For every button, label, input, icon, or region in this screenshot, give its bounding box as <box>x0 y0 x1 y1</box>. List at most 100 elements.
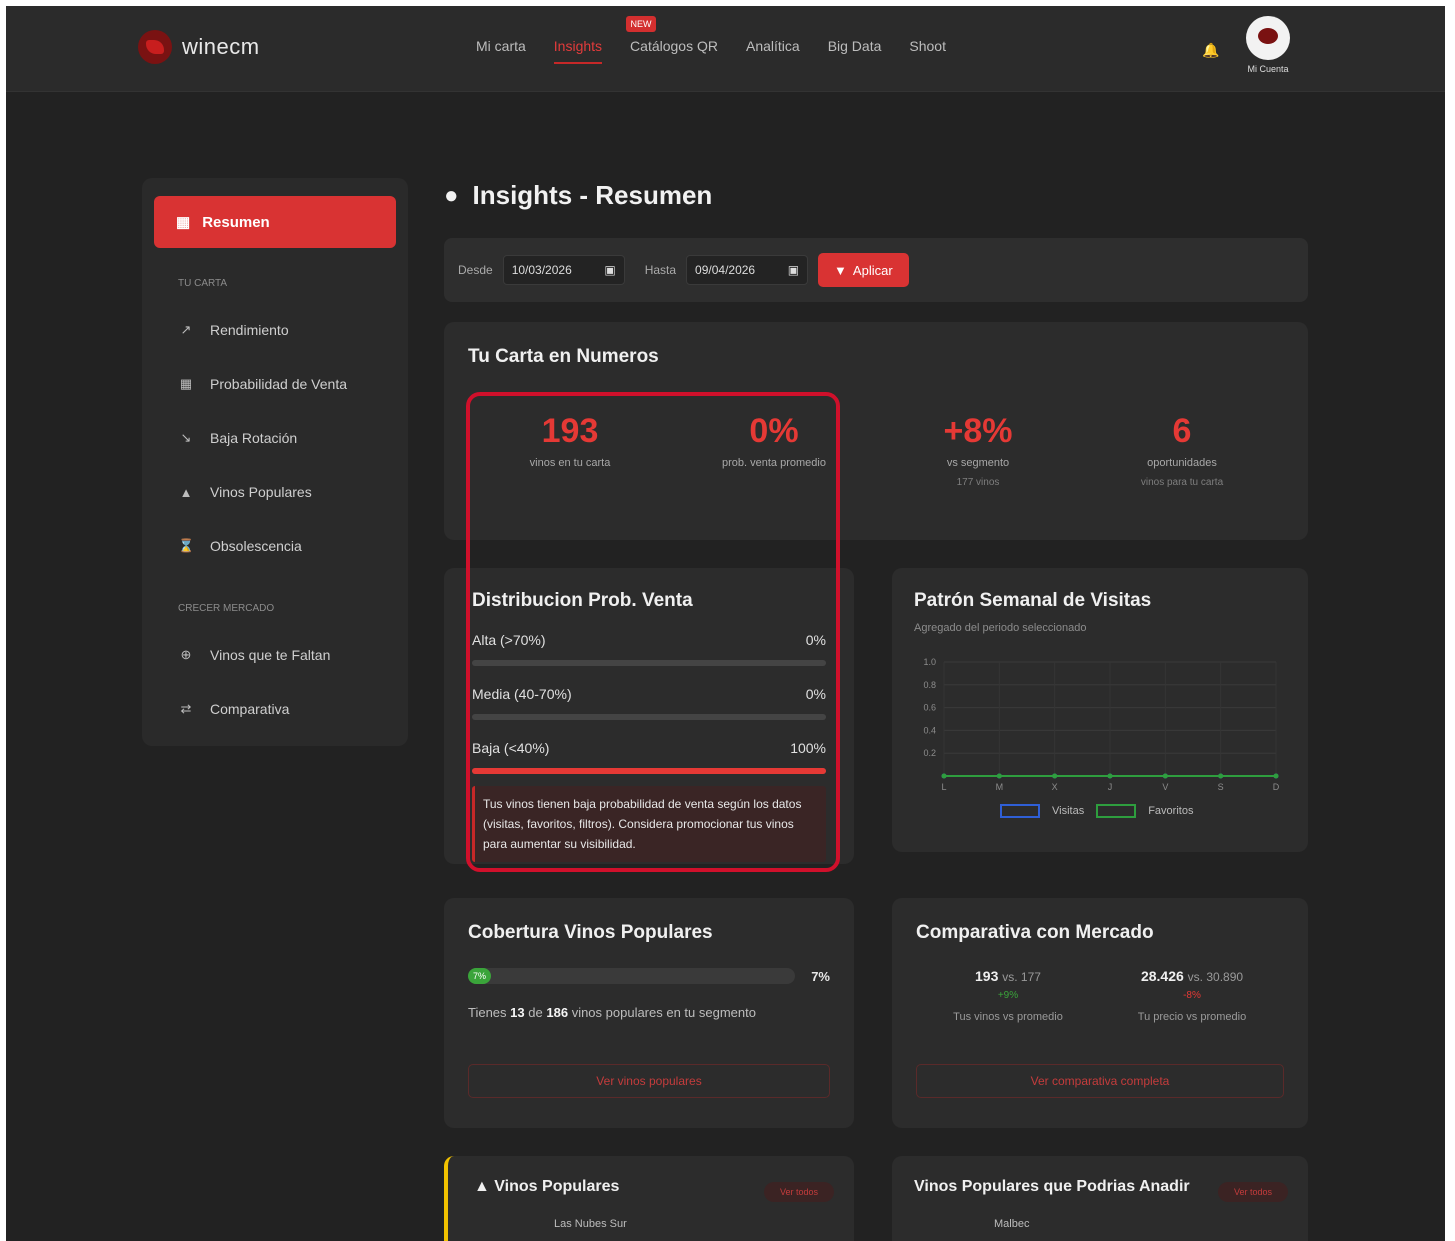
sidebar-item-vinos-que-faltan[interactable]: ⊕ Vinos que te Faltan <box>154 628 396 682</box>
weekly-line-chart: 1.0 0.8 0.6 0.4 0.2 L M X J V S D <box>923 657 1280 792</box>
legend-swatch-favoritos[interactable] <box>1096 804 1137 818</box>
x-tick-label: X <box>1052 782 1058 792</box>
hourglass-icon: ⌛ <box>178 538 195 553</box>
stat-value: 193 <box>541 412 599 450</box>
data-point-favoritos <box>1218 773 1224 779</box>
nav-link-big-data[interactable]: Big Data <box>828 38 882 64</box>
popular-view-all[interactable]: Ver todos <box>764 1182 834 1202</box>
market-delta: +9% <box>997 990 1019 1001</box>
stat-label: vs segmento <box>946 457 1010 469</box>
bell-icon[interactable]: 🔔 <box>1202 42 1219 58</box>
popular-missing-first-row[interactable]: Malbec <box>914 1218 1286 1230</box>
distribution-card: Distribucion Prob. Venta Alta (>70%) 0% … <box>444 568 854 864</box>
market-col-wines: 193 vs. 177 +9% Tus vinos vs promedio <box>916 968 1100 1023</box>
stat-label: vinos en tu carta <box>529 457 611 469</box>
calendar-icon: ▣ <box>787 263 800 277</box>
to-date-input[interactable]: 09/04/2026 ▣ <box>686 255 809 285</box>
nav-link-insights[interactable]: Insights <box>553 38 603 64</box>
y-tick-label: 1.0 <box>923 657 936 667</box>
app-window: winecm NEW Mi carta Insights Catálogos Q… <box>6 6 1445 1241</box>
logo-icon <box>138 30 172 64</box>
compare-icon: ⇄ <box>180 701 192 716</box>
coverage-have: 13 <box>510 1005 525 1020</box>
dist-value: 100% <box>790 740 826 756</box>
date-filter-bar: Desde 10/03/2026 ▣ Hasta 09/04/2026 ▣ ▼ … <box>444 238 1308 302</box>
legend-label-visitas: Visitas <box>1052 805 1085 817</box>
sidebar-item-vinos-populares[interactable]: ▲ Vinos Populares <box>154 465 396 519</box>
sidebar-item-label: Resumen <box>202 213 270 231</box>
coverage-progress: 7% 7% <box>468 968 830 984</box>
market-vs: vs. 177 <box>1002 970 1041 984</box>
x-tick-label: L <box>941 782 946 792</box>
apply-button-label: Aplicar <box>852 262 893 278</box>
legend-swatch-visitas[interactable] <box>1000 804 1040 818</box>
brand-logo[interactable]: winecm <box>138 30 260 64</box>
stat-total-wines: 193 vinos en tu carta <box>468 412 672 488</box>
market-label: Tus vinos vs promedio <box>953 1011 1063 1023</box>
plus-circle-icon: ⊕ <box>180 647 192 662</box>
market-stats: 193 vs. 177 +9% Tus vinos vs promedio 28… <box>916 968 1284 1023</box>
popular-wines-card: ▲ Vinos Populares Ver todos Las Nubes Su… <box>444 1156 854 1241</box>
y-tick-label: 0.6 <box>923 703 936 713</box>
x-tick-label: S <box>1218 782 1224 792</box>
popular-title-text: Vinos Populares <box>494 1178 620 1195</box>
lightbulb-icon: ● <box>444 181 459 209</box>
sidebar-item-rendimiento[interactable]: ↗ Rendimiento <box>154 303 396 357</box>
stats-row: 193 vinos en tu carta 0% prob. venta pro… <box>468 412 1284 488</box>
avatar <box>1246 16 1290 60</box>
dist-row-medium: Media (40-70%) 0% <box>472 686 826 702</box>
nav-link-analitica[interactable]: Analítica <box>746 38 800 64</box>
dist-label: Media (40-70%) <box>472 686 572 702</box>
dist-label: Alta (>70%) <box>472 632 546 648</box>
stat-label: oportunidades <box>1147 457 1217 469</box>
sidebar-item-resumen[interactable]: ▦ Resumen <box>154 196 396 248</box>
view-popular-button[interactable]: Ver vinos populares <box>468 1064 830 1098</box>
sidebar-item-label: Comparativa <box>210 701 290 717</box>
stat-sub: 177 vinos <box>956 477 1000 488</box>
nav-link-mi-carta[interactable]: Mi carta <box>476 38 526 64</box>
sidebar-item-probabilidad[interactable]: ▦ Probabilidad de Venta <box>154 357 396 411</box>
weekly-visits-card: Patrón Semanal de Visitas Agregado del p… <box>892 568 1308 852</box>
fire-icon: ▲ <box>179 484 193 500</box>
coverage-track: 7% <box>468 968 796 984</box>
sidebar-item-label: Rendimiento <box>210 322 289 338</box>
x-tick-label: V <box>1162 782 1168 792</box>
y-tick-label: 0.4 <box>923 725 936 735</box>
popular-missing-view-all[interactable]: Ver todos <box>1218 1182 1288 1202</box>
coverage-text-mid: de <box>528 1005 543 1020</box>
popular-missing-card: Vinos Populares que Podrias Anadir Ver t… <box>892 1156 1308 1241</box>
sidebar-item-baja-rotacion[interactable]: ↘ Baja Rotación <box>154 411 396 465</box>
nav-link-catalogos[interactable]: Catálogos QR <box>630 38 718 64</box>
dist-bar-medium <box>472 714 826 720</box>
chart-legend: Visitas Favoritos <box>1000 804 1193 818</box>
coverage-title: Cobertura Vinos Populares <box>468 922 713 943</box>
brand-name: winecm <box>182 34 260 59</box>
x-tick-label: M <box>996 782 1004 792</box>
dist-bar-high <box>472 660 826 666</box>
popular-first-row[interactable]: Las Nubes Sur <box>474 1218 828 1230</box>
coverage-fill: 7% <box>468 968 491 984</box>
market-vs: vs. 30.890 <box>1187 970 1244 984</box>
market-delta: -8% <box>1183 990 1201 1001</box>
x-tick-label: D <box>1273 782 1280 792</box>
stat-label: prob. venta promedio <box>722 457 826 469</box>
account-menu[interactable]: Mi Cuenta <box>1238 16 1298 74</box>
dist-bar-low <box>472 768 826 774</box>
legend-label-favoritos: Favoritos <box>1148 805 1194 817</box>
apply-button[interactable]: ▼ Aplicar <box>818 253 909 287</box>
to-label: Hasta <box>644 263 677 277</box>
from-label: Desde <box>458 263 493 277</box>
dist-warning-note: Tus vinos tienen baja probabilidad de ve… <box>472 786 826 862</box>
dist-value: 0% <box>805 686 826 702</box>
calendar-icon: ▣ <box>604 263 616 277</box>
sidebar-item-obsolescencia[interactable]: ⌛ Obsolescencia <box>154 519 396 573</box>
view-comparison-button[interactable]: Ver comparativa completa <box>916 1064 1284 1098</box>
nav-link-shoot[interactable]: Shoot <box>909 38 946 64</box>
dashboard-icon: ▦ <box>176 214 191 231</box>
market-value: 28.426 vs. 30.890 <box>1100 968 1284 984</box>
filter-icon: ▼ <box>834 262 847 278</box>
new-badge: NEW <box>626 16 656 32</box>
sidebar-item-comparativa[interactable]: ⇄ Comparativa <box>154 682 396 736</box>
coverage-total: 186 <box>546 1005 569 1020</box>
from-date-input[interactable]: 10/03/2026 ▣ <box>502 255 625 285</box>
